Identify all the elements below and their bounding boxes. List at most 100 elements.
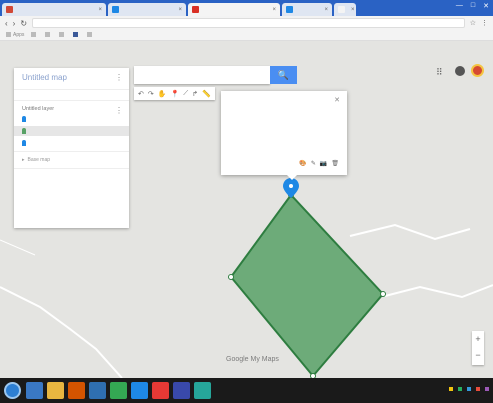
tab-close-icon[interactable]: × xyxy=(324,7,328,13)
hand-icon[interactable]: ✋ xyxy=(158,90,167,98)
base-map-label: Base map xyxy=(27,157,51,163)
road-line xyxy=(349,223,471,241)
bookmark-item[interactable]: Apps xyxy=(6,32,24,38)
bookmark-icon xyxy=(6,32,11,37)
tab[interactable]: × xyxy=(108,3,186,16)
app-icon[interactable] xyxy=(131,382,148,399)
app-icon[interactable] xyxy=(89,382,106,399)
edit-icon[interactable]: ✎ xyxy=(311,160,316,167)
maximize-icon[interactable]: □ xyxy=(471,2,475,10)
map-options-icon[interactable]: ⋮ xyxy=(115,73,123,82)
browser-tabstrip: × × × × × — □ ✕ xyxy=(0,0,493,16)
browser-menu-icon[interactable]: ⋮ xyxy=(481,19,488,27)
bookmarks-bar: Apps xyxy=(0,30,493,41)
layer-title[interactable]: Untitled layer xyxy=(22,106,121,112)
opera-icon[interactable] xyxy=(152,382,169,399)
base-map[interactable]: ▸ Base map xyxy=(22,157,121,163)
apps-icon[interactable]: ⠿ xyxy=(436,67,443,78)
zoom-out-button[interactable]: − xyxy=(472,347,484,363)
start-button[interactable] xyxy=(4,382,21,399)
tab[interactable]: × xyxy=(334,3,356,16)
map-marker-dot xyxy=(289,184,293,188)
tab-favicon-icon xyxy=(338,6,345,13)
minimize-icon[interactable]: — xyxy=(456,2,463,10)
tab-favicon-icon xyxy=(6,6,13,13)
pin-icon xyxy=(22,116,26,122)
forward-icon[interactable]: › xyxy=(13,19,16,28)
directions-icon[interactable]: ↱ xyxy=(192,90,198,98)
bookmark-star-icon[interactable]: ☆ xyxy=(470,19,476,27)
delete-icon[interactable]: 🗑 xyxy=(331,160,339,167)
tray-icon[interactable] xyxy=(476,387,480,391)
address-bar[interactable] xyxy=(32,18,465,28)
gear-icon[interactable] xyxy=(455,66,465,76)
road-line xyxy=(0,239,36,256)
back-icon[interactable]: ‹ xyxy=(5,19,8,28)
ie-icon[interactable] xyxy=(26,382,43,399)
close-icon[interactable]: ✕ xyxy=(334,96,340,104)
windows-taskbar xyxy=(0,378,493,403)
bookmark-item[interactable] xyxy=(31,32,38,38)
polygon-icon xyxy=(22,128,26,134)
tab-close-icon[interactable]: × xyxy=(98,7,102,13)
bookmark-icon xyxy=(73,32,79,37)
undo-icon[interactable]: ↶ xyxy=(138,90,144,98)
app-icon[interactable] xyxy=(173,382,190,399)
layers-panel: Untitled map ⋮ Untitled layer ⋮ ▸ Base ma… xyxy=(14,68,129,228)
avatar[interactable] xyxy=(471,64,484,77)
ruler-icon[interactable]: 📏 xyxy=(202,90,211,98)
drawn-polygon[interactable] xyxy=(229,193,385,378)
map-area[interactable]: Untitled map ⋮ Untitled layer ⋮ ▸ Base ma… xyxy=(0,41,493,378)
tab-favicon-icon xyxy=(286,6,293,13)
map-tools-bar: ↶ ↷ ✋ 📍 ⟋ ↱ 📏 xyxy=(134,87,215,100)
bookmark-item[interactable] xyxy=(59,32,66,38)
tab-favicon-icon xyxy=(192,6,199,13)
zoom-control: + − xyxy=(472,331,484,365)
tray-icon[interactable] xyxy=(467,387,471,391)
search-button[interactable]: 🔍 xyxy=(270,66,297,84)
bookmark-icon xyxy=(45,32,51,37)
media-player-icon[interactable] xyxy=(68,382,85,399)
layer-options-icon[interactable]: ⋮ xyxy=(115,106,123,115)
marker-tool-icon[interactable]: 📍 xyxy=(170,90,179,98)
map-title[interactable]: Untitled map xyxy=(22,73,121,82)
layer-item-selected[interactable] xyxy=(14,126,129,136)
zoom-in-button[interactable]: + xyxy=(472,331,484,347)
tab[interactable]: × xyxy=(2,3,106,16)
reload-icon[interactable]: ↻ xyxy=(20,19,27,28)
bookmark-icon xyxy=(31,32,37,37)
google-my-maps-logo: Google My Maps xyxy=(226,356,279,363)
search-input[interactable] xyxy=(134,66,270,84)
folder-icon[interactable] xyxy=(47,382,64,399)
browser-toolbar: ‹ › ↻ ☆ ⋮ xyxy=(0,16,493,30)
draw-line-icon[interactable]: ⟋ xyxy=(183,90,188,98)
polygon-vertex[interactable] xyxy=(380,291,386,297)
bookmark-item[interactable] xyxy=(73,32,80,38)
tab[interactable]: × xyxy=(282,3,332,16)
tray-icon[interactable] xyxy=(485,387,489,391)
bookmark-item[interactable] xyxy=(45,32,52,38)
app-icon[interactable] xyxy=(194,382,211,399)
tab-close-icon[interactable]: × xyxy=(272,7,276,13)
tray-icon[interactable] xyxy=(449,387,453,391)
close-window-icon[interactable]: ✕ xyxy=(483,2,489,10)
polygon-vertex[interactable] xyxy=(228,274,234,280)
tray-icon[interactable] xyxy=(458,387,462,391)
redo-icon[interactable]: ↷ xyxy=(148,90,154,98)
system-tray xyxy=(449,387,489,391)
bookmark-item[interactable] xyxy=(87,32,94,38)
road-line xyxy=(0,286,123,378)
bookmark-icon xyxy=(59,32,65,37)
tab-close-icon[interactable]: × xyxy=(178,7,182,13)
tab-favicon-icon xyxy=(112,6,119,13)
layer-item[interactable] xyxy=(22,116,121,122)
tab-active[interactable]: × xyxy=(188,3,280,16)
tab-close-icon[interactable]: × xyxy=(351,7,355,13)
feature-popup: ✕ 🎨 ✎ 📷 🗑 xyxy=(221,91,347,180)
pin-icon xyxy=(22,140,26,146)
style-icon[interactable]: 🎨 xyxy=(299,160,306,167)
popup-pointer xyxy=(287,175,297,180)
camera-icon[interactable]: 📷 xyxy=(320,160,327,167)
chrome-icon[interactable] xyxy=(110,382,127,399)
layer-item[interactable] xyxy=(22,140,121,146)
